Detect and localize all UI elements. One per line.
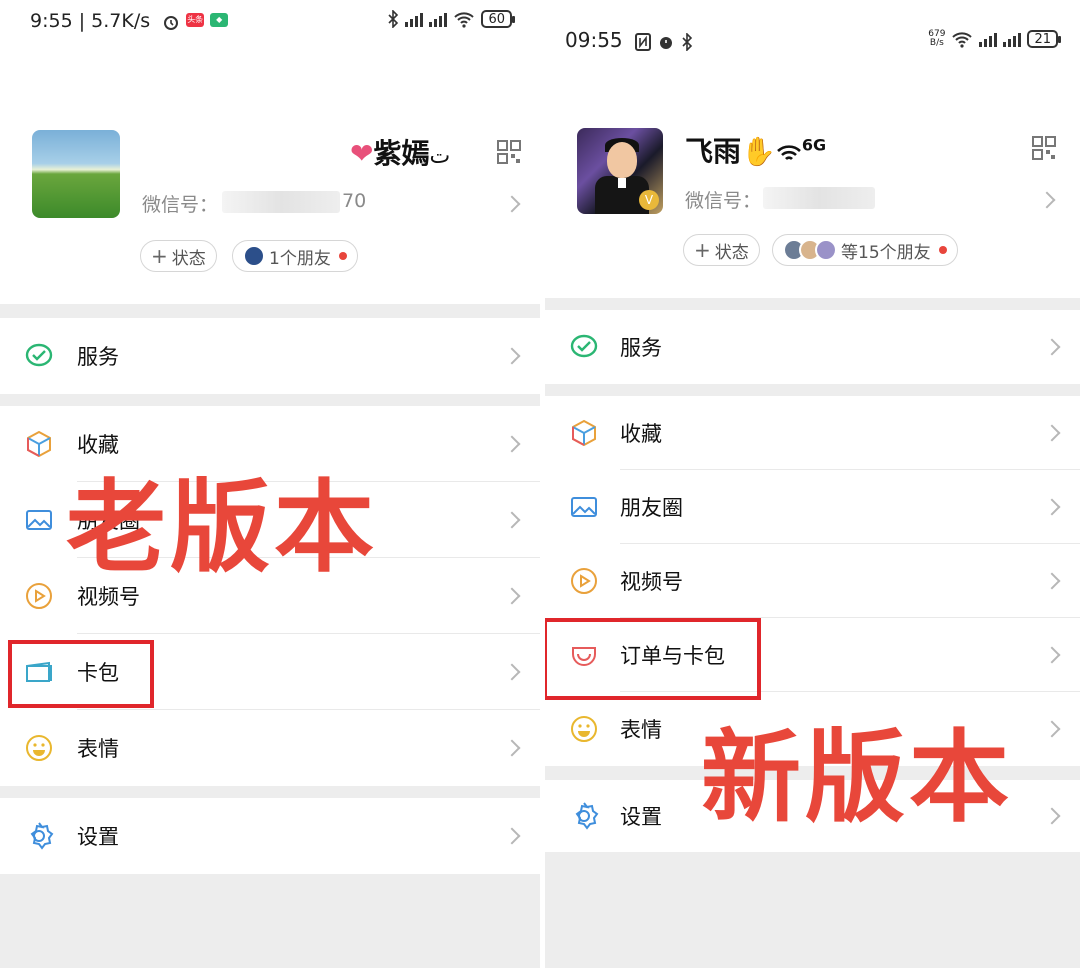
add-status-chip[interactable]: + 状态 <box>140 240 217 272</box>
wxid-masked-value <box>763 187 875 209</box>
wifi-emoji-icon <box>776 145 801 161</box>
chevron-right-icon <box>503 195 521 213</box>
emoji-icon <box>569 714 599 744</box>
settings-icon <box>24 821 54 851</box>
favorites-icon <box>24 429 54 459</box>
chevron-right-icon <box>503 827 521 845</box>
menu-group-settings: 设置 <box>0 798 540 874</box>
battery-icon: 21 <box>1027 30 1061 48</box>
chevron-right-icon <box>503 347 521 365</box>
service-icon <box>24 341 54 371</box>
qr-code-icon[interactable] <box>1032 136 1056 160</box>
profile-header[interactable]: ❤紫嫣ت 微信号： 70 + 状态 1个朋友 <box>0 60 540 304</box>
channels-icon <box>569 566 599 596</box>
chevron-right-icon <box>1043 572 1061 590</box>
qr-code-icon[interactable] <box>497 140 521 164</box>
wxid-tail: 70 <box>342 190 367 212</box>
plus-icon: + <box>694 238 711 262</box>
unread-dot-icon <box>338 252 347 260</box>
chevron-right-icon <box>503 663 521 681</box>
wifi-icon <box>454 12 475 28</box>
chevron-right-icon <box>1038 191 1056 209</box>
menu-item-channels[interactable]: 视频号 <box>545 544 1080 618</box>
friend-avatar-icon <box>815 239 837 261</box>
plus-icon: + <box>151 244 168 268</box>
moments-icon <box>569 492 599 522</box>
network-speed: 679 B/s <box>928 29 946 48</box>
settings-icon <box>569 801 599 831</box>
chevron-right-icon <box>1043 720 1061 738</box>
emoji-icon <box>24 733 54 763</box>
menu-group-main: 收藏 朋友圈 视频号 订单与卡包 表情 <box>545 396 1080 766</box>
service-icon <box>569 332 599 362</box>
bluetooth-icon <box>682 32 693 51</box>
status-right-icons: 679 B/s 21 <box>928 29 1061 48</box>
channels-icon <box>24 581 54 611</box>
favorites-icon <box>569 418 599 448</box>
avatar[interactable] <box>32 130 120 218</box>
battery-icon: 60 <box>481 10 515 28</box>
chevron-right-icon <box>1043 338 1061 356</box>
nickname: 飞雨✋ 6G <box>685 135 827 168</box>
status-right-icons: 60 <box>387 10 515 28</box>
pray-emoji-icon: ✋ <box>741 135 776 168</box>
chevron-right-icon <box>503 435 521 453</box>
signal-icon-2 <box>1003 31 1022 47</box>
status-bar: 09:55 679 B/s 21 <box>545 0 1080 90</box>
wxid-masked-value <box>222 191 340 213</box>
status-time: 09:55 <box>565 28 693 52</box>
nfc-icon <box>635 32 651 51</box>
chevron-right-icon <box>1043 424 1061 442</box>
old-version-overlay: 老版本 <box>66 469 378 586</box>
friends-chip[interactable]: 1个朋友 <box>232 240 358 272</box>
heart-emoji-icon: ❤ <box>350 137 374 170</box>
alarm-icon <box>164 15 179 30</box>
chevron-right-icon <box>503 739 521 757</box>
chevron-right-icon <box>1043 498 1061 516</box>
signal-icon <box>979 31 998 47</box>
chevron-right-icon <box>1043 807 1061 825</box>
menu-group-main: 收藏 朋友圈 视频号 卡包 表情 <box>0 406 540 786</box>
menu-item-emoji[interactable]: 表情 <box>0 710 540 786</box>
wifi-icon <box>952 32 973 48</box>
chevron-right-icon <box>1043 646 1061 664</box>
bluetooth-icon <box>388 10 399 28</box>
menu-item-services[interactable]: 服务 <box>545 310 1080 384</box>
add-status-chip[interactable]: + 状态 <box>683 234 760 266</box>
highlight-box <box>8 640 154 708</box>
wxid-label: 微信号： <box>685 190 762 212</box>
menu-item-favorites[interactable]: 收藏 <box>545 396 1080 470</box>
menu-item-moments[interactable]: 朋友圈 <box>545 470 1080 544</box>
moments-icon <box>24 505 54 535</box>
menu-group-services: 服务 <box>0 318 540 394</box>
signal-icon <box>405 11 424 27</box>
menu-item-services[interactable]: 服务 <box>0 318 540 394</box>
wxid-label: 微信号： <box>142 194 219 216</box>
chevron-right-icon <box>503 511 521 529</box>
unread-dot-icon <box>938 246 947 254</box>
alarm-icon <box>660 36 672 49</box>
highlight-box <box>545 618 761 700</box>
status-app-icons: 头条 ◆ <box>162 12 229 31</box>
friend-avatar-icon <box>243 245 265 267</box>
friends-chip[interactable]: 等15个朋友 <box>772 234 958 266</box>
nickname: ❤紫嫣ت <box>350 137 451 170</box>
shield-app-icon: ◆ <box>210 12 229 27</box>
new-version-overlay: 新版本 <box>701 719 1013 836</box>
menu-item-settings[interactable]: 设置 <box>0 798 540 874</box>
new-version-panel: 09:55 679 B/s 21 V 飞雨✋ 6G 微信号： + 状态 等15个… <box>545 0 1080 968</box>
menu-group-services: 服务 <box>545 310 1080 384</box>
news-app-icon: 头条 <box>186 12 205 27</box>
status-app-icons <box>635 32 693 51</box>
avatar[interactable]: V <box>577 128 663 214</box>
old-version-panel: 9:55 | 5.7K/s 头条 ◆ 60 ❤紫嫣ت 微信号： 70 + 状态 … <box>0 0 540 968</box>
signal-icon-2 <box>429 11 448 27</box>
comparison-stage: 9:55 | 5.7K/s 头条 ◆ 60 ❤紫嫣ت 微信号： 70 + 状态 … <box>0 0 1080 968</box>
status-time: 9:55 | 5.7K/s 头条 ◆ <box>30 10 229 32</box>
verified-badge-icon: V <box>639 190 659 210</box>
status-bar: 9:55 | 5.7K/s 头条 ◆ 60 <box>0 0 540 60</box>
profile-header[interactable]: V 飞雨✋ 6G 微信号： + 状态 等15个朋友 <box>545 90 1080 298</box>
chevron-right-icon <box>503 587 521 605</box>
